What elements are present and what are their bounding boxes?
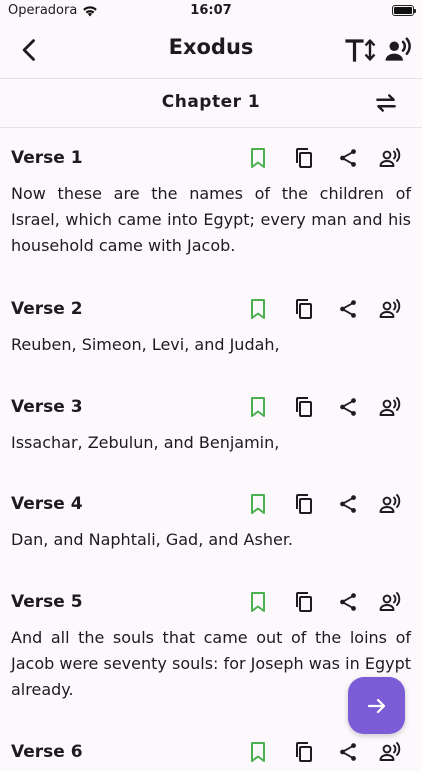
copy-icon <box>292 297 316 321</box>
verse-title: Verse 3 <box>11 397 83 417</box>
chapter-title: Chapter 1 <box>161 92 261 112</box>
verse-item: Verse 3 Issachar, Zebulun, and Benjamin, <box>0 388 422 452</box>
verse-title: Verse 1 <box>11 148 83 168</box>
copy-icon <box>292 492 316 516</box>
listen-verse-button[interactable] <box>377 739 403 765</box>
verse-item: Verse 2 Reuben, Simeon, Levi, and Judah, <box>0 290 422 354</box>
bookmark-button[interactable] <box>245 589 271 615</box>
speak-icon <box>378 395 402 419</box>
bookmark-icon <box>246 590 270 614</box>
bookmark-button[interactable] <box>245 739 271 765</box>
verse-item: Verse 5 And all the souls that came out … <box>0 583 422 699</box>
bookmark-icon <box>246 146 270 170</box>
copy-button[interactable] <box>291 145 317 171</box>
bookmark-icon <box>246 297 270 321</box>
status-time: 16:07 <box>190 3 232 18</box>
share-icon <box>337 741 359 763</box>
bookmark-button[interactable] <box>245 296 271 322</box>
share-icon <box>337 493 359 515</box>
share-icon <box>337 147 359 169</box>
record-voice-icon <box>385 37 411 61</box>
verse-title: Verse 2 <box>11 299 83 319</box>
arrow-right-icon <box>367 698 385 713</box>
share-button[interactable] <box>335 394 361 420</box>
share-button[interactable] <box>335 296 361 322</box>
speak-icon <box>378 146 402 170</box>
next-chapter-button[interactable] <box>348 677 405 734</box>
copy-icon <box>292 590 316 614</box>
bookmark-button[interactable] <box>245 145 271 171</box>
listen-chapter-button[interactable] <box>383 35 413 65</box>
swap-chapter-button[interactable] <box>373 90 399 116</box>
swap-horiz-icon <box>376 94 396 112</box>
share-icon <box>337 298 359 320</box>
copy-button[interactable] <box>291 394 317 420</box>
copy-button[interactable] <box>291 739 317 765</box>
status-bar: Operadora 16:07 <box>0 0 422 22</box>
verse-text: Now these are the names of the children … <box>11 184 411 255</box>
verse-title: Verse 6 <box>11 742 83 762</box>
copy-button[interactable] <box>291 296 317 322</box>
bookmark-button[interactable] <box>245 394 271 420</box>
copy-button[interactable] <box>291 491 317 517</box>
copy-icon <box>292 146 316 170</box>
verse-title: Verse 4 <box>11 494 83 514</box>
share-button[interactable] <box>335 739 361 765</box>
verse-item: Verse 1 Now these are the names of the c… <box>0 139 422 255</box>
chapter-bar: Chapter 1 <box>0 78 422 128</box>
speak-icon <box>378 590 402 614</box>
listen-verse-button[interactable] <box>377 589 403 615</box>
listen-verse-button[interactable] <box>377 296 403 322</box>
bookmark-button[interactable] <box>245 491 271 517</box>
share-button[interactable] <box>335 145 361 171</box>
battery-icon <box>392 5 416 16</box>
listen-verse-button[interactable] <box>377 145 403 171</box>
share-button[interactable] <box>335 589 361 615</box>
app-bar: Exodus <box>0 22 422 78</box>
text-size-button[interactable] <box>345 36 377 64</box>
listen-verse-button[interactable] <box>377 491 403 517</box>
verse-title: Verse 5 <box>11 592 83 612</box>
share-icon <box>337 591 359 613</box>
share-button[interactable] <box>335 491 361 517</box>
verse-text: Issachar, Zebulun, and Benjamin, <box>11 433 280 452</box>
copy-icon <box>292 395 316 419</box>
speak-icon <box>378 492 402 516</box>
speak-icon <box>378 297 402 321</box>
bookmark-icon <box>246 740 270 764</box>
bookmark-icon <box>246 492 270 516</box>
verse-text: Dan, and Naphtali, Gad, and Asher. <box>11 530 294 549</box>
share-icon <box>337 396 359 418</box>
listen-verse-button[interactable] <box>377 394 403 420</box>
verse-item: Verse 4 Dan, and Naphtali, Gad, and Ashe… <box>0 485 422 549</box>
copy-icon <box>292 740 316 764</box>
bookmark-icon <box>246 395 270 419</box>
verse-item: Verse 6 <box>0 733 422 771</box>
verse-text: Reuben, Simeon, Levi, and Judah, <box>11 335 280 354</box>
text-size-icon <box>345 39 376 62</box>
speak-icon <box>378 740 402 764</box>
copy-button[interactable] <box>291 589 317 615</box>
